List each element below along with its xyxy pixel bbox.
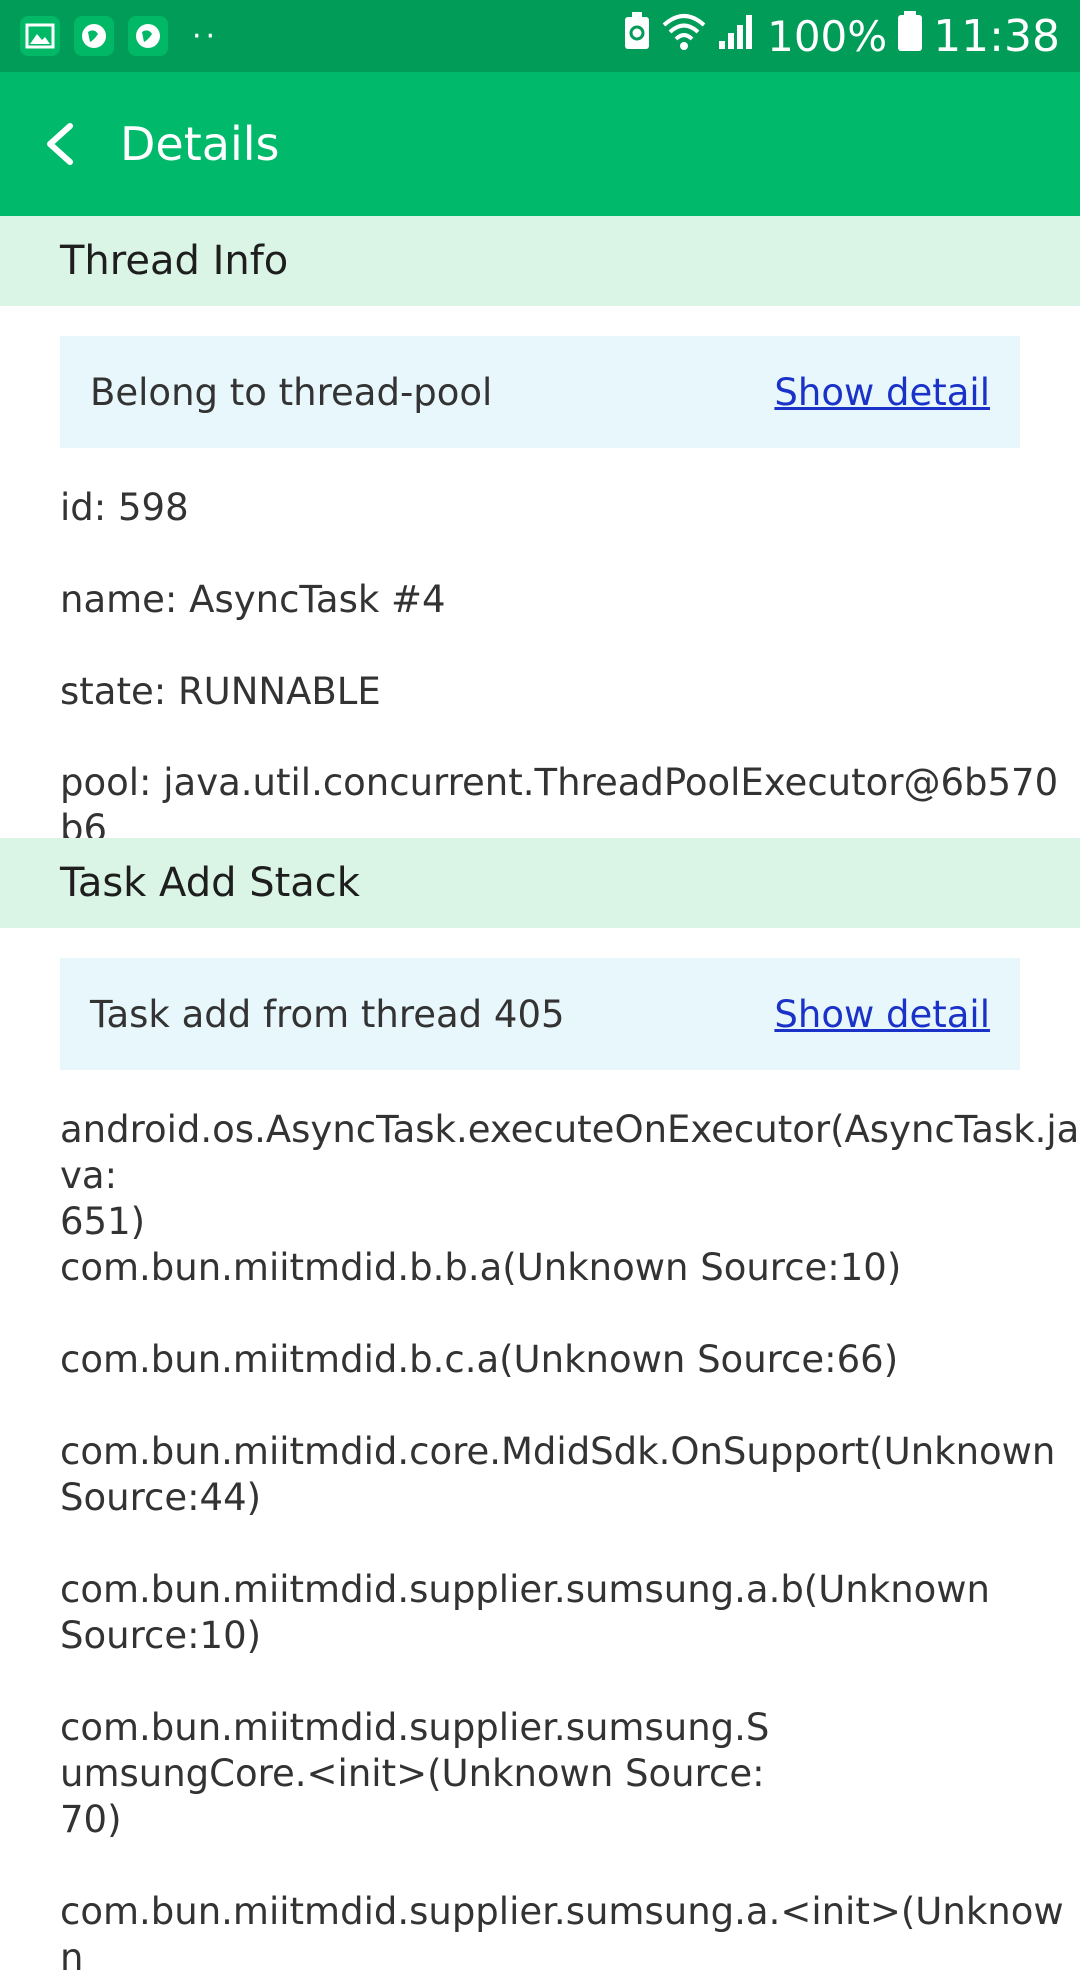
show-detail-link-thread-pool[interactable]: Show detail <box>774 371 990 414</box>
section-header-task-add-stack: Task Add Stack <box>0 838 1080 928</box>
stack-line: com.bun.miitmdid.supplier.sumsung.S umsu… <box>60 1706 770 1841</box>
back-button[interactable] <box>0 72 120 216</box>
thread-id: id: 598 <box>60 486 189 529</box>
show-detail-link-task-add[interactable]: Show detail <box>774 993 990 1036</box>
stack-line: com.bun.miitmdid.supplier.sumsung.a.<ini… <box>60 1890 1064 1979</box>
gallery-icon <box>20 16 60 56</box>
more-notifications-icon: ·· <box>192 18 220 54</box>
notification-icons: ·· <box>20 16 219 56</box>
wifi-icon <box>661 11 707 61</box>
recycle-battery-icon <box>623 11 651 61</box>
stack-line: com.bun.miitmdid.b.c.a(Unknown Source:66… <box>60 1338 899 1381</box>
battery-percent: 100% <box>767 11 888 61</box>
stack-line: android.os.AsyncTask.executeOnExecutor(A… <box>60 1108 1080 1243</box>
signal-icon <box>717 11 757 61</box>
task-add-card: Task add from thread 405 Show detail <box>60 958 1020 1070</box>
thread-name: name: AsyncTask #4 <box>60 578 446 621</box>
app-bar: Details <box>0 72 1080 216</box>
stack-line: com.bun.miitmdid.core.MdidSdk.OnSupport(… <box>60 1430 1056 1519</box>
clock: 11:38 <box>933 10 1060 62</box>
thread-state: state: RUNNABLE <box>60 670 381 713</box>
thread-pool-text: Belong to thread-pool <box>90 370 493 414</box>
section-header-thread-info: Thread Info <box>0 216 1080 306</box>
chevron-left-icon <box>47 123 73 165</box>
status-bar: ·· 100% 11:38 <box>0 0 1080 72</box>
system-icons: 100% 11:38 <box>623 10 1060 62</box>
browser-icon <box>74 16 114 56</box>
stack-line: com.bun.miitmdid.b.b.a(Unknown Source:10… <box>60 1246 902 1289</box>
task-add-text: Task add from thread 405 <box>90 992 565 1036</box>
browser-icon-2 <box>128 16 168 56</box>
thread-pool-card: Belong to thread-pool Show detail <box>60 336 1020 448</box>
battery-icon <box>897 10 923 62</box>
stack-line: com.bun.miitmdid.supplier.sumsung.a.b(Un… <box>60 1568 991 1657</box>
page-title: Details <box>120 117 280 171</box>
